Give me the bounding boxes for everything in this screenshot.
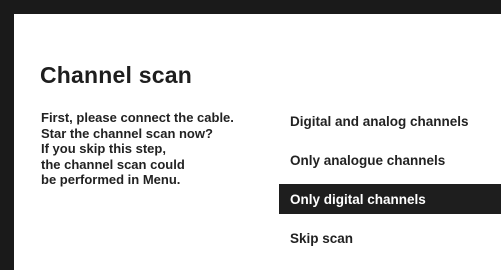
option-digital-and-analog[interactable]: Digital and analog channels: [279, 106, 501, 136]
message-line: Star the channel scan now?: [41, 125, 213, 141]
message-line: the channel scan could: [41, 156, 185, 172]
message-line: be performed in Menu.: [41, 172, 181, 187]
message-line: First, please connect the cable.: [41, 110, 234, 125]
option-skip-scan[interactable]: Skip scan: [279, 223, 501, 253]
dialog-title: Channel scan: [40, 62, 192, 88]
channel-scan-dialog: Channel scan First, please connect the c…: [14, 14, 501, 270]
dialog-message: First, please connect the cable. Star th…: [41, 110, 281, 188]
option-digital-only[interactable]: Only digital channels: [279, 184, 501, 214]
message-line: If you skip this step,: [41, 141, 166, 156]
scan-options-list: Digital and analog channels Only analogu…: [279, 106, 501, 262]
option-analogue-only[interactable]: Only analogue channels: [279, 145, 501, 175]
